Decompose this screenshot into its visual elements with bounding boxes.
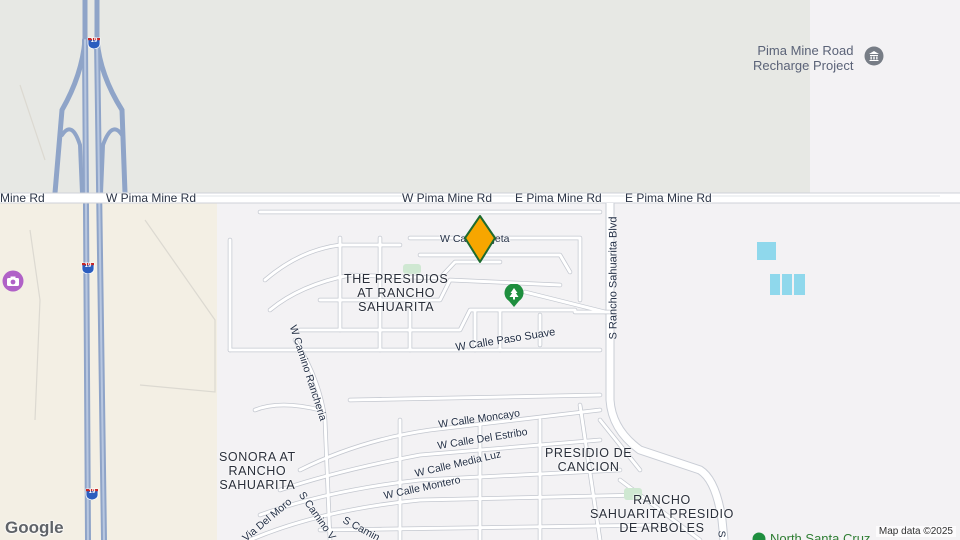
tree-icon[interactable] [504,283,524,308]
neighborhood-label-presidios: THE PRESIDIOS AT RANCHO SAHUARITA [344,272,449,314]
neighborhood-label-presidio-cancion: PRESIDIO DE CANCION [545,446,633,474]
road-label-e-pima-mine-rd: E Pima Mine Rd [625,191,712,205]
desert-land-area [0,203,217,540]
road-label-s-rancho-sahuarita-blvd: S Rancho Sahuarita Blvd [607,216,620,340]
camera-icon[interactable] [2,270,24,292]
poi-label-pima-mine-recharge[interactable]: Pima Mine Road Recharge Project [753,43,853,73]
road-label-e-pima-mine-rd: E Pima Mine Rd [515,191,602,205]
road-label-w-pima-mine-rd: Mine Rd [0,191,45,205]
i19-shield: 19 [87,36,101,50]
i19-shield: 19 [81,261,95,275]
museum-icon[interactable] [864,46,884,66]
neighborhood-label-sonora: SONORA AT RANCHO SAHUARITA [219,450,296,492]
road-label-w-pima-mine-rd: W Pima Mine Rd [106,191,197,205]
park-icon-partial[interactable] [752,532,766,540]
neighborhood-label-rancho-arboles: RANCHO SAHUARITA PRESIDIO DE ARBOLES [590,493,734,535]
road-label-w-pima-mine-rd: W Pima Mine Rd [402,191,493,205]
poi-label-partial[interactable]: North Santa Cruz [770,531,870,540]
google-logo: Google [5,518,64,537]
location-pin-icon[interactable] [463,214,497,264]
i19-shield: 19 [85,487,99,501]
map-canvas[interactable]: 19 19 19 Mine Rd W Pima Mine Rd W Pima M… [0,0,960,540]
map-attribution[interactable]: Map data ©2025 [875,526,956,537]
